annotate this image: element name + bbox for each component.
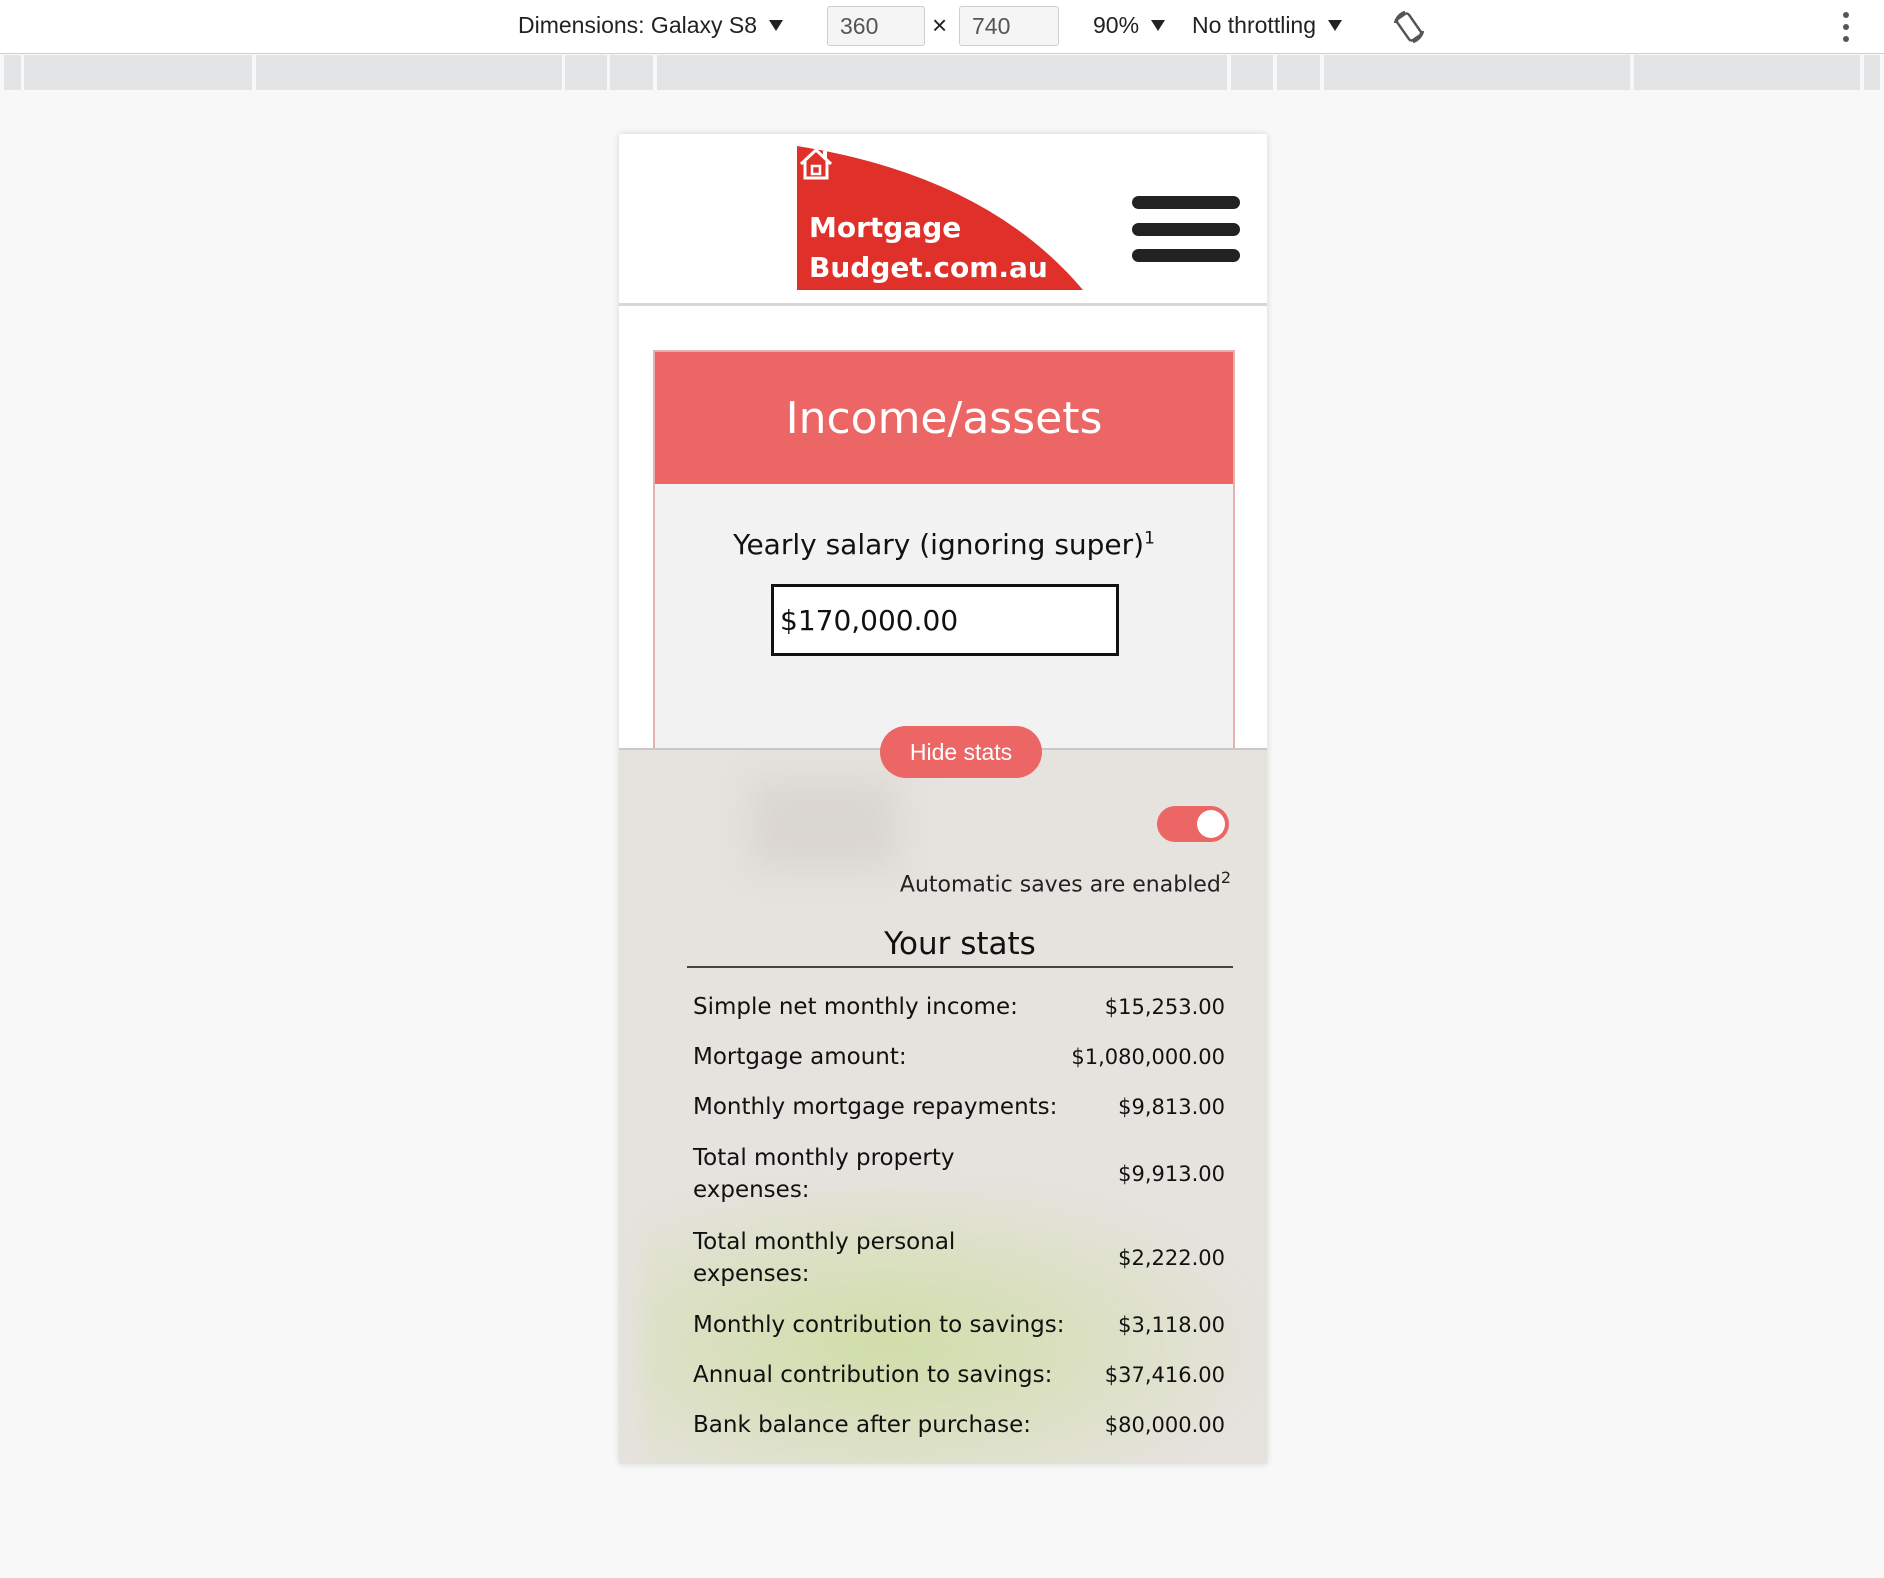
stats-label: Annual contribution to savings: bbox=[693, 1362, 1053, 1388]
media-query-segment[interactable] bbox=[565, 55, 607, 90]
logo-line-2: Budget.com.au bbox=[809, 251, 1048, 284]
chevron-down-icon bbox=[1151, 20, 1166, 31]
stats-drawer: Automatic saves are enabled2 Your stats … bbox=[619, 748, 1267, 1464]
rotate-icon[interactable] bbox=[1390, 8, 1428, 46]
media-query-segment[interactable] bbox=[256, 55, 562, 90]
device-width-input[interactable]: 360 bbox=[827, 6, 925, 46]
throttling-label: No throttling bbox=[1192, 12, 1317, 38]
stats-value: $2,222.00 bbox=[1118, 1246, 1225, 1270]
stats-table: Simple net monthly income: $15,253.00 Mo… bbox=[693, 982, 1225, 1450]
site-logo[interactable]: Mortgage Budget.com.au bbox=[797, 146, 1083, 290]
chevron-down-icon bbox=[769, 20, 784, 31]
stats-label: Monthly contribution to savings: bbox=[693, 1312, 1065, 1338]
hide-stats-button[interactable]: Hide stats bbox=[880, 726, 1042, 778]
stats-value: $9,813.00 bbox=[1118, 1095, 1225, 1119]
stats-title: Your stats bbox=[687, 926, 1233, 968]
stats-label: Monthly mortgage repayments: bbox=[693, 1094, 1058, 1120]
house-icon bbox=[799, 148, 833, 180]
zoom-dropdown[interactable]: 90% bbox=[1093, 12, 1166, 39]
zoom-label: 90% bbox=[1093, 12, 1140, 38]
stats-row: Monthly contribution to savings: $3,118.… bbox=[693, 1300, 1225, 1350]
stats-label: Simple net monthly income: bbox=[693, 994, 1018, 1020]
autosave-status: Automatic saves are enabled2 bbox=[900, 868, 1231, 897]
toggle-knob bbox=[1197, 810, 1225, 838]
stats-label: Mortgage amount: bbox=[693, 1044, 907, 1070]
stats-value: $3,118.00 bbox=[1118, 1313, 1225, 1337]
stats-row: Bank balance after purchase: $80,000.00 bbox=[693, 1400, 1225, 1450]
stats-row: Simple net monthly income: $15,253.00 bbox=[693, 982, 1225, 1032]
footnote-marker[interactable]: 2 bbox=[1221, 868, 1231, 887]
income-assets-title: Income/assets bbox=[655, 352, 1233, 484]
stats-value: $1,080,000.00 bbox=[1071, 1045, 1225, 1069]
media-query-bar bbox=[0, 55, 1884, 90]
stats-label: Total monthly property expenses: bbox=[693, 1145, 955, 1203]
hamburger-menu-icon[interactable] bbox=[1132, 196, 1240, 262]
site-header: Mortgage Budget.com.au bbox=[619, 134, 1267, 306]
device-viewport: Mortgage Budget.com.au Income/assets Yea… bbox=[619, 134, 1267, 1464]
logo-text: Mortgage Budget.com.au bbox=[809, 208, 1048, 288]
logo-line-1: Mortgage bbox=[809, 211, 962, 244]
media-query-segment[interactable] bbox=[1634, 55, 1860, 90]
media-query-segment[interactable] bbox=[1277, 55, 1320, 90]
yearly-salary-input[interactable] bbox=[771, 584, 1119, 656]
stats-row: Total monthly property expenses: $9,913.… bbox=[693, 1132, 1225, 1216]
media-query-segment[interactable] bbox=[24, 55, 252, 90]
media-query-segment[interactable] bbox=[1231, 55, 1273, 90]
devtools-device-toolbar: Dimensions: Galaxy S8 360 × 740 90% No t… bbox=[0, 0, 1884, 54]
stats-row: Mortgage amount: $1,080,000.00 bbox=[693, 1032, 1225, 1082]
media-query-segment[interactable] bbox=[1324, 55, 1630, 90]
device-dimensions-label: Dimensions: Galaxy S8 bbox=[518, 12, 758, 38]
stats-value: $15,253.00 bbox=[1104, 995, 1225, 1019]
autosave-toggle[interactable] bbox=[1157, 806, 1229, 842]
stats-label: Total monthly personal expenses: bbox=[693, 1229, 956, 1287]
stats-label: Bank balance after purchase: bbox=[693, 1412, 1031, 1438]
media-query-segment[interactable] bbox=[1864, 55, 1880, 90]
device-height-input[interactable]: 740 bbox=[959, 6, 1059, 46]
footnote-marker[interactable]: 1 bbox=[1144, 529, 1155, 549]
stats-row: Annual contribution to savings: $37,416.… bbox=[693, 1350, 1225, 1400]
stats-value: $37,416.00 bbox=[1104, 1363, 1225, 1387]
media-query-segment[interactable] bbox=[4, 55, 21, 90]
stats-row: Monthly mortgage repayments: $9,813.00 bbox=[693, 1082, 1225, 1132]
stats-value: $80,000.00 bbox=[1104, 1413, 1225, 1437]
chevron-down-icon bbox=[1328, 20, 1343, 31]
salary-label-text: Yearly salary (ignoring super) bbox=[733, 528, 1145, 561]
stats-row: Total monthly personal expenses: $2,222.… bbox=[693, 1216, 1225, 1300]
salary-label: Yearly salary (ignoring super)1 bbox=[655, 528, 1233, 561]
dimension-separator: × bbox=[932, 10, 948, 40]
media-query-segment[interactable] bbox=[610, 55, 653, 90]
autosave-status-text: Automatic saves are enabled bbox=[899, 872, 1221, 898]
throttling-dropdown[interactable]: No throttling bbox=[1192, 12, 1343, 39]
media-query-segment[interactable] bbox=[657, 55, 1227, 90]
device-dimensions-dropdown[interactable]: Dimensions: Galaxy S8 bbox=[518, 12, 784, 39]
more-options-icon[interactable] bbox=[1842, 12, 1850, 42]
stats-value: $9,913.00 bbox=[1118, 1162, 1225, 1186]
